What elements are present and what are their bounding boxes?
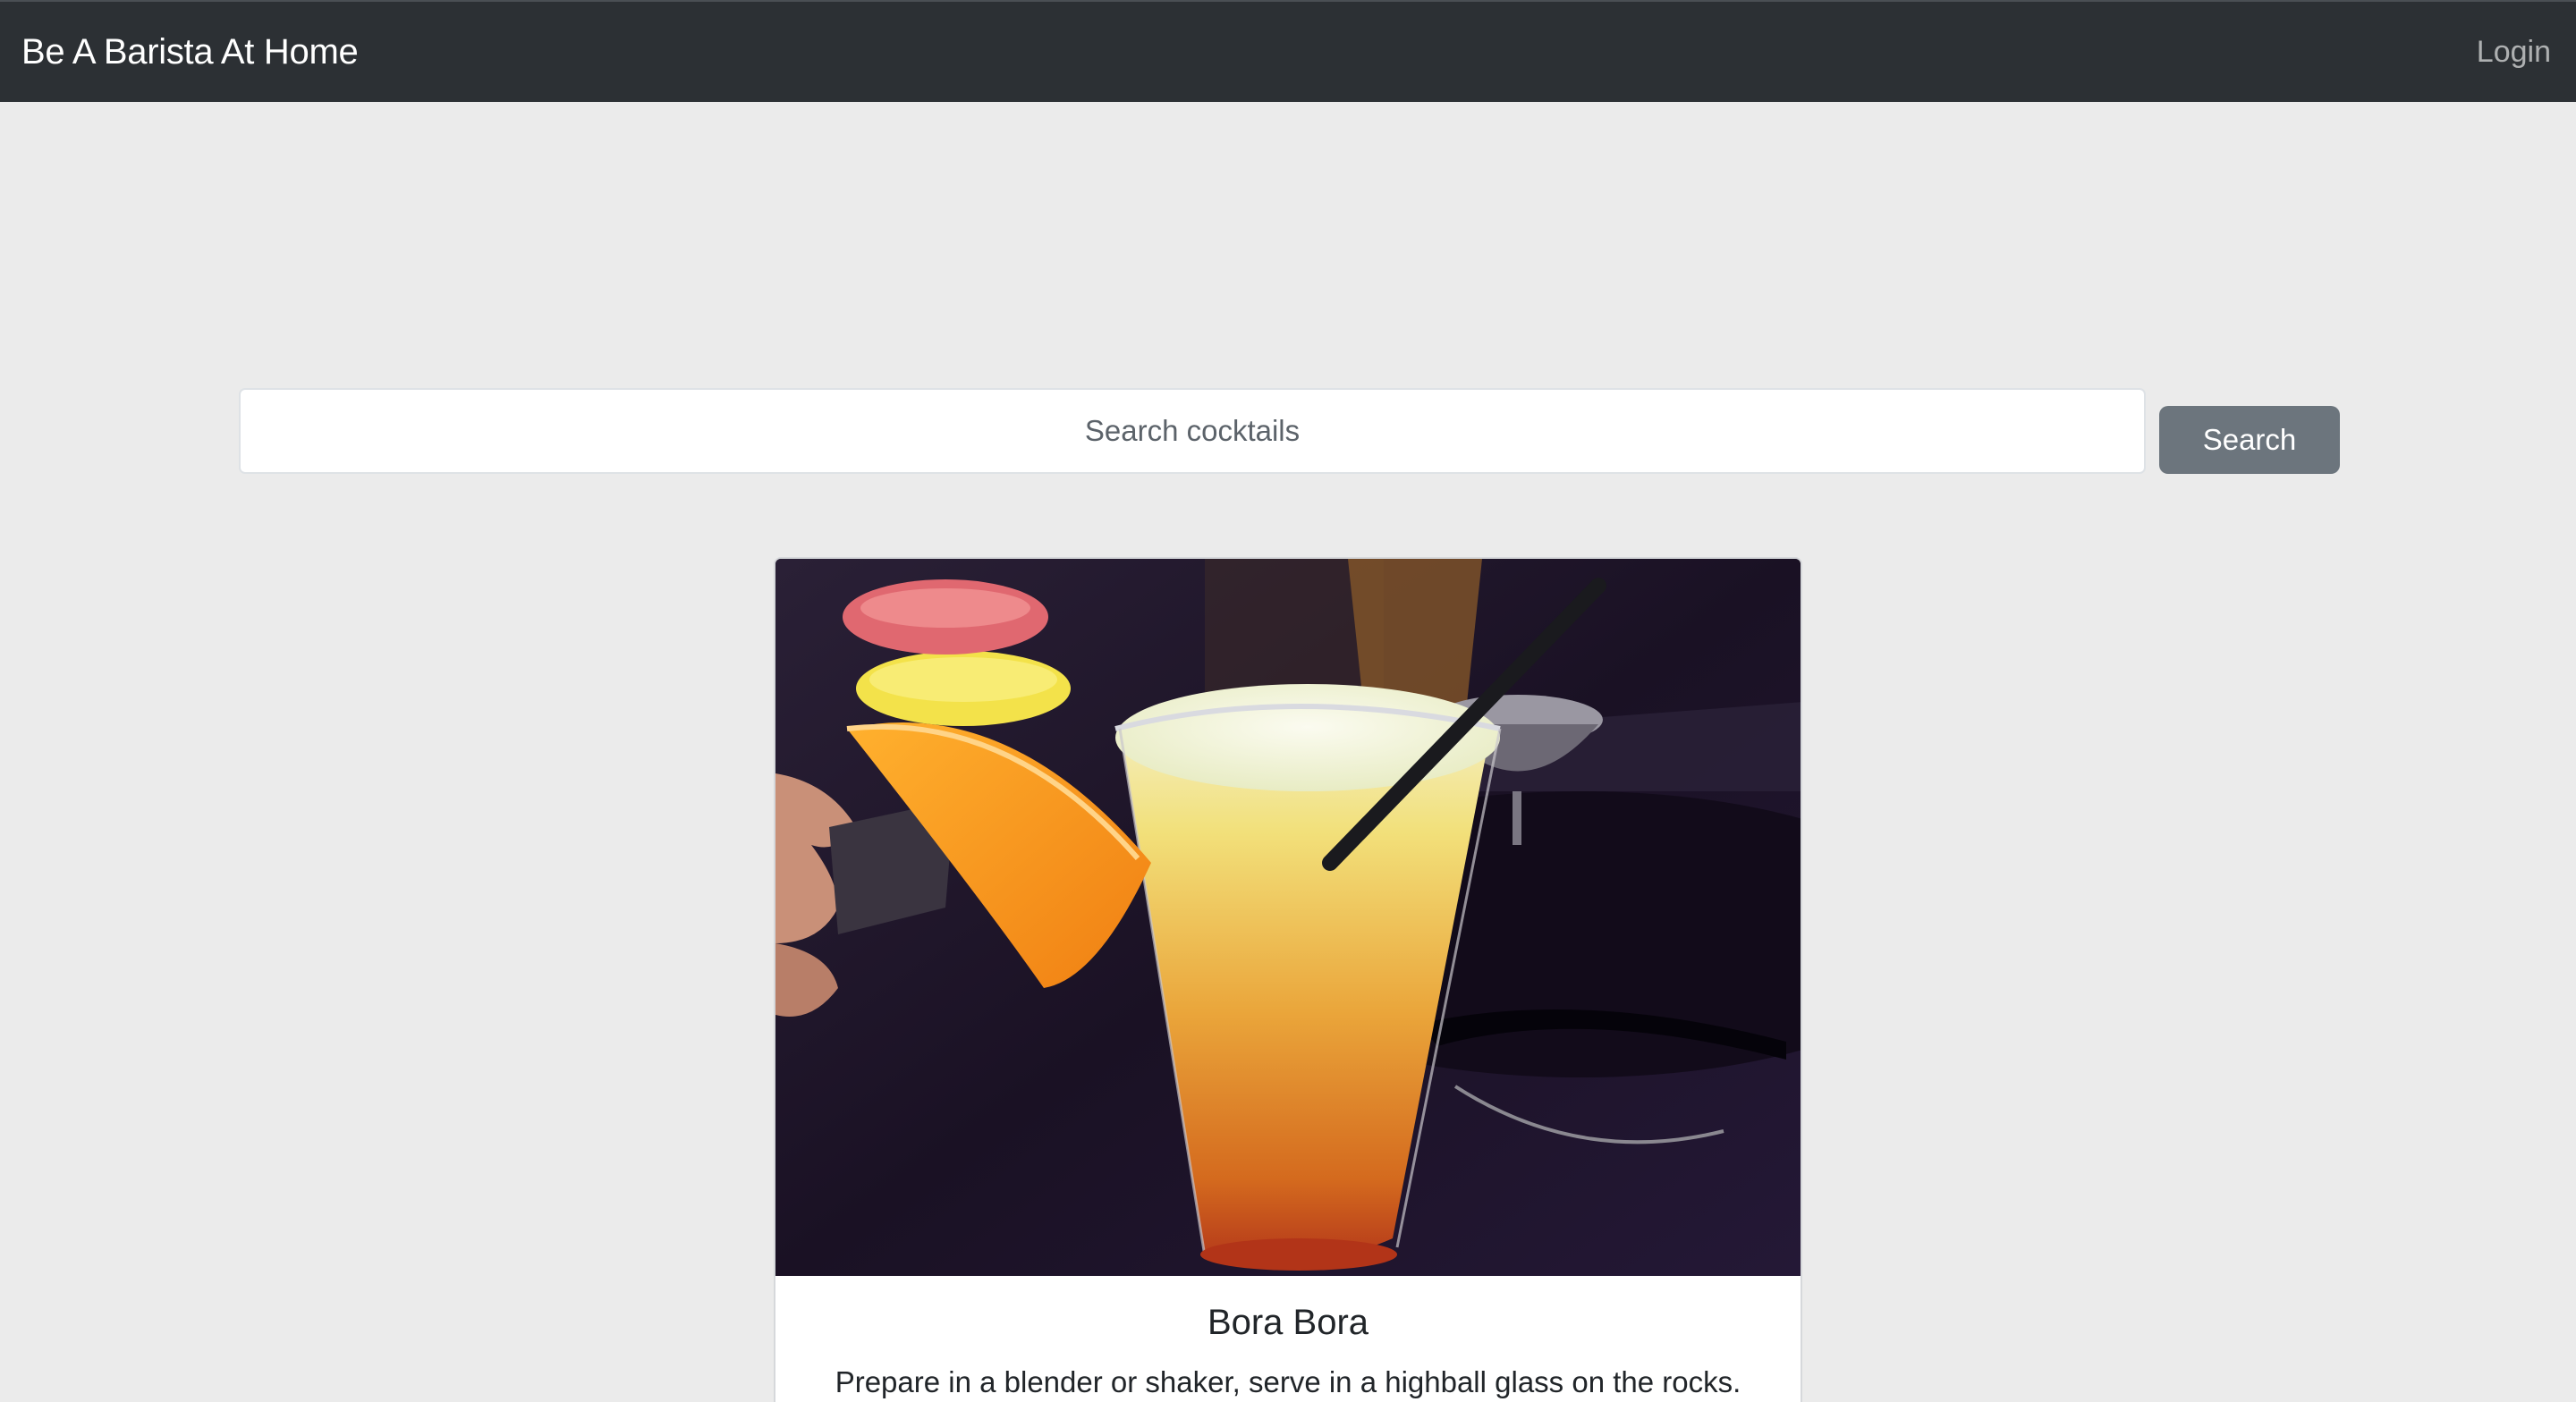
card-title: Bora Bora: [1207, 1303, 1369, 1342]
login-link[interactable]: Login: [2477, 35, 2551, 70]
search-form: Search: [239, 388, 2341, 474]
cocktail-photo: [775, 559, 1801, 1276]
search-input[interactable]: [239, 388, 2146, 474]
card-description: Prepare in a blender or shaker, serve in…: [835, 1365, 1741, 1398]
cocktail-card: Bora Bora Prepare in a blender or shaker…: [774, 557, 1802, 1402]
brand-link[interactable]: Be A Barista At Home: [21, 32, 359, 72]
top-navbar: Be A Barista At Home Login: [0, 0, 2576, 102]
search-button[interactable]: Search: [2159, 406, 2340, 474]
